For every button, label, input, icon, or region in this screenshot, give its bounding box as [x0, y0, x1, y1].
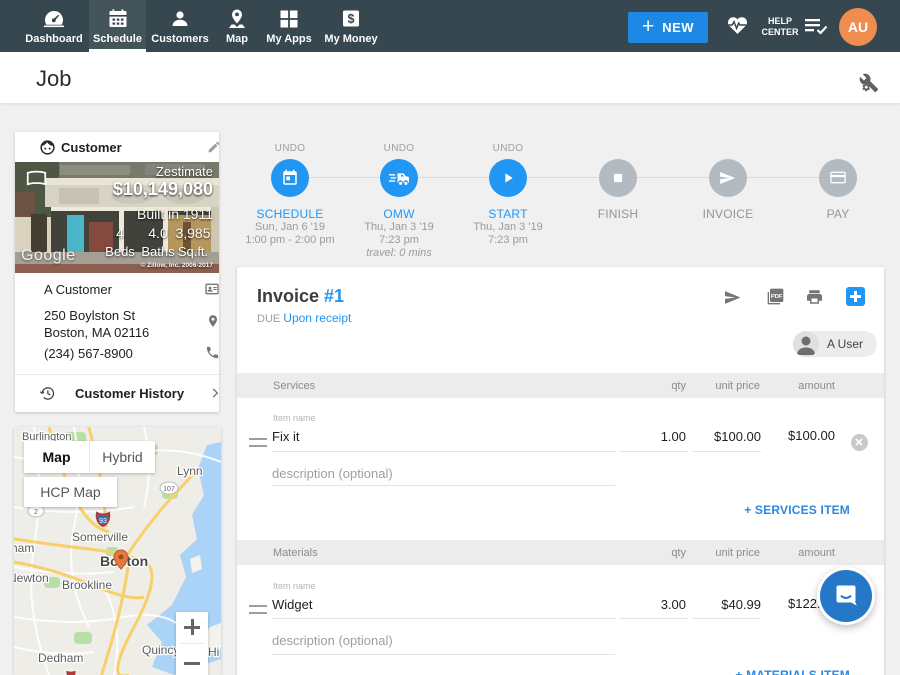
- svg-text:PDF: PDF: [771, 294, 783, 300]
- svg-text:2: 2: [34, 509, 38, 516]
- svg-text:107: 107: [163, 486, 175, 493]
- svg-text:$: $: [348, 12, 355, 26]
- svg-text:93: 93: [99, 518, 107, 525]
- svg-text:Quincy: Quincy: [142, 643, 179, 657]
- svg-text:Dedham: Dedham: [38, 651, 83, 665]
- svg-text:ham: ham: [14, 541, 34, 555]
- svg-text:Hi: Hi: [208, 645, 219, 659]
- svg-text:Somerville: Somerville: [72, 530, 128, 544]
- svg-text:Lynn: Lynn: [177, 464, 203, 478]
- svg-text:Brookline: Brookline: [62, 578, 112, 592]
- svg-text:Newton: Newton: [14, 571, 49, 585]
